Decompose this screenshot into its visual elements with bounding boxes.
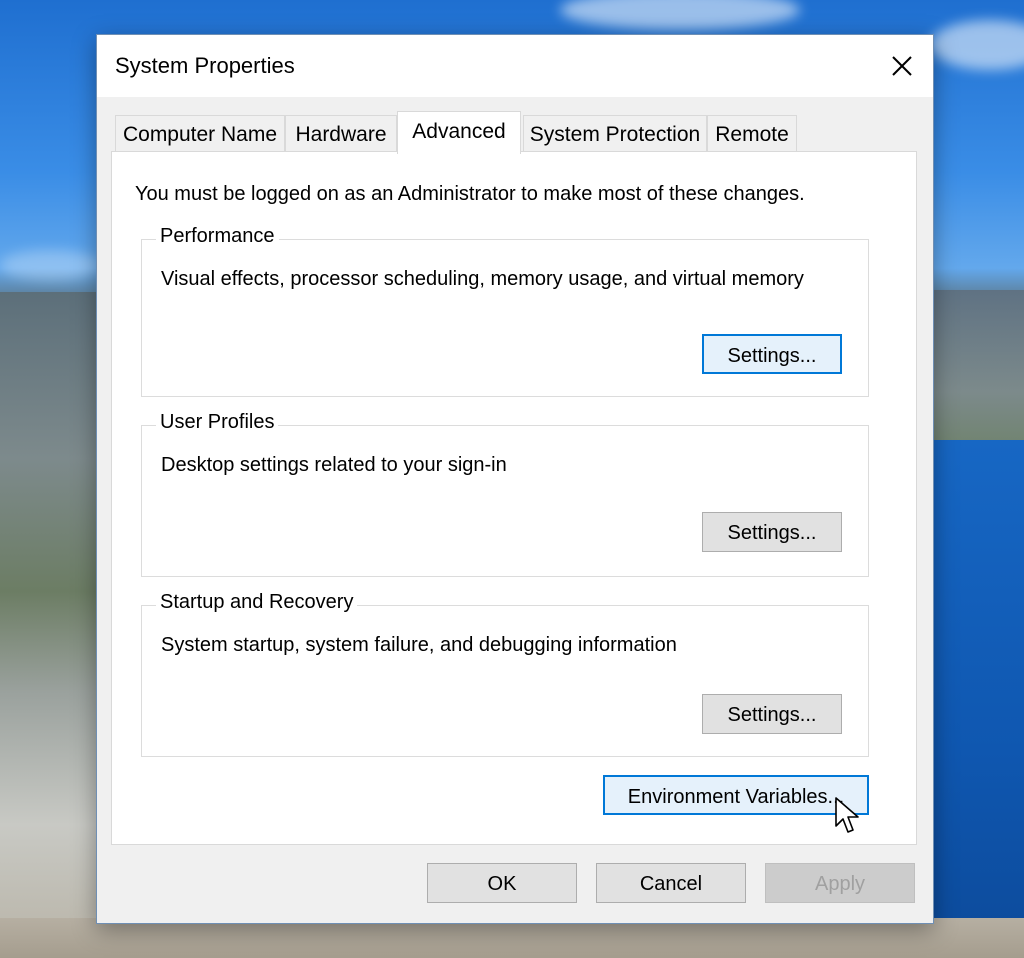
performance-description: Visual effects, processor scheduling, me… [161, 268, 804, 290]
tab-computer-name[interactable]: Computer Name [115, 115, 285, 152]
user-profiles-description: Desktop settings related to your sign-in [161, 454, 507, 476]
admin-note: You must be logged on as an Administrato… [135, 183, 805, 205]
wallpaper-mountain [0, 292, 100, 958]
ok-button[interactable]: OK [427, 863, 577, 903]
wallpaper-cloud [0, 250, 100, 280]
tab-label: Hardware [295, 123, 387, 146]
wallpaper-cloud [560, 0, 800, 30]
wallpaper-ground [0, 918, 1024, 958]
performance-settings-button[interactable]: Settings... [702, 334, 842, 374]
startup-recovery-group: Startup and Recovery System startup, sys… [141, 591, 869, 757]
apply-button[interactable]: Apply [765, 863, 915, 903]
user-profiles-settings-button[interactable]: Settings... [702, 512, 842, 552]
tab-advanced[interactable]: Advanced [397, 111, 521, 154]
user-profiles-group-label: User Profiles [156, 411, 279, 434]
tab-system-protection[interactable]: System Protection [523, 115, 707, 152]
startup-recovery-settings-button[interactable]: Settings... [702, 694, 842, 734]
wallpaper-mountain [930, 290, 1024, 460]
tab-label: Computer Name [122, 123, 278, 146]
close-icon [892, 56, 912, 76]
tab-hardware[interactable]: Hardware [285, 115, 397, 152]
performance-group: Performance Visual effects, processor sc… [141, 225, 869, 397]
cancel-button[interactable]: Cancel [596, 863, 746, 903]
tab-label: Remote [715, 123, 789, 146]
wallpaper-cloud [930, 20, 1024, 70]
wallpaper-water [930, 440, 1024, 958]
user-profiles-group: User Profiles Desktop settings related t… [141, 411, 869, 577]
close-button[interactable] [871, 35, 933, 97]
environment-variables-button[interactable]: Environment Variables... [603, 775, 869, 815]
tab-remote[interactable]: Remote [707, 115, 797, 152]
mouse-pointer-icon [835, 797, 859, 833]
tab-label: Advanced [412, 120, 506, 143]
tab-label: System Protection [529, 123, 701, 146]
title-bar[interactable]: System Properties [97, 35, 933, 97]
startup-recovery-description: System startup, system failure, and debu… [161, 634, 677, 656]
startup-recovery-group-label: Startup and Recovery [156, 591, 358, 614]
window-title: System Properties [115, 53, 295, 78]
system-properties-dialog: System Properties Computer Name Hardware… [96, 34, 934, 924]
performance-group-label: Performance [156, 225, 279, 248]
